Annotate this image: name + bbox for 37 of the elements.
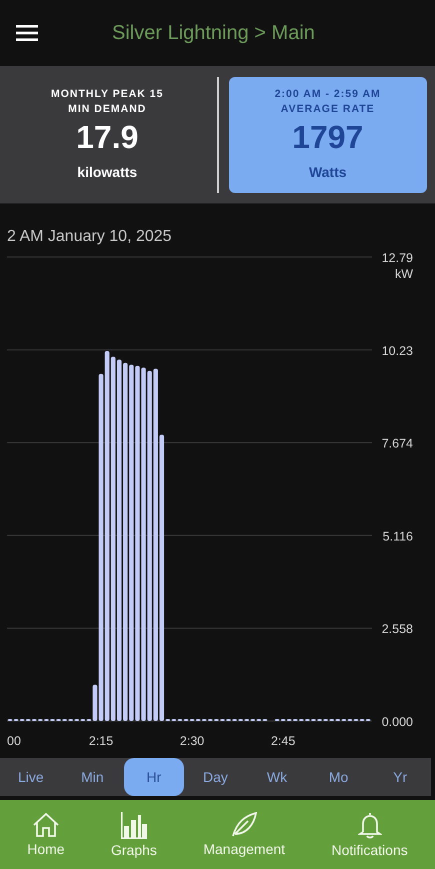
range-tab[interactable]: Live — [0, 758, 61, 796]
range-tab[interactable]: Mo — [308, 758, 369, 796]
y-axis-label: 0.000 — [382, 715, 413, 729]
nav-label[interactable]: Notifications — [331, 842, 408, 858]
stat-value: 17.9 — [76, 118, 138, 156]
x-axis-label: 00 — [7, 734, 21, 748]
y-axis-label: 2.558 — [382, 622, 413, 636]
y-axis-label: 12.79 — [382, 251, 413, 265]
stat-label: 2:00 AM - 2:59 AM AVERAGE RATE — [274, 86, 381, 116]
nav-label[interactable]: Home — [27, 841, 65, 857]
screen-title: Silver Lightning > Main — [112, 22, 315, 44]
range-tab[interactable]: Yr — [370, 758, 430, 796]
x-axis-label: 2:30 — [180, 734, 204, 748]
range-tab[interactable]: Min — [62, 758, 122, 796]
range-tab[interactable]: Wk — [247, 758, 308, 796]
stat-unit: Watts — [308, 164, 347, 180]
y-axis-label: 7.674 — [382, 436, 413, 451]
y-axis-label: 10.23 — [382, 344, 413, 358]
home-icon[interactable] — [32, 812, 60, 838]
leaf-icon[interactable] — [231, 812, 258, 838]
bar-chart-icon[interactable] — [120, 812, 148, 838]
stat-card[interactable]: MONTHLY PEAK 15 MIN DEMAND 17.9 kilowatts — [8, 76, 206, 192]
range-tab[interactable]: Day — [185, 758, 246, 796]
nav-label[interactable]: Management — [203, 841, 286, 857]
nav-label[interactable]: Graphs — [110, 842, 157, 858]
menu-icon[interactable] — [16, 25, 38, 41]
stat-value: 1797 — [292, 118, 364, 156]
y-axis-label: 5.116 — [382, 529, 413, 544]
x-axis-label: 2:45 — [270, 734, 296, 748]
bell-icon[interactable] — [358, 812, 382, 838]
stat-label: MONTHLY PEAK 15 MIN DEMAND — [51, 86, 164, 116]
x-axis-label: 2:15 — [88, 734, 114, 748]
chart-date: 2 AM January 10, 2025 — [6, 227, 173, 247]
highlighted-card[interactable]: 2:00 AM - 2:59 AM AVERAGE RATE 1797 Watts — [228, 76, 427, 192]
y-axis-unit: kW — [394, 267, 413, 281]
stat-unit: kilowatts — [77, 164, 138, 180]
range-tab[interactable]: Hr — [124, 758, 184, 796]
